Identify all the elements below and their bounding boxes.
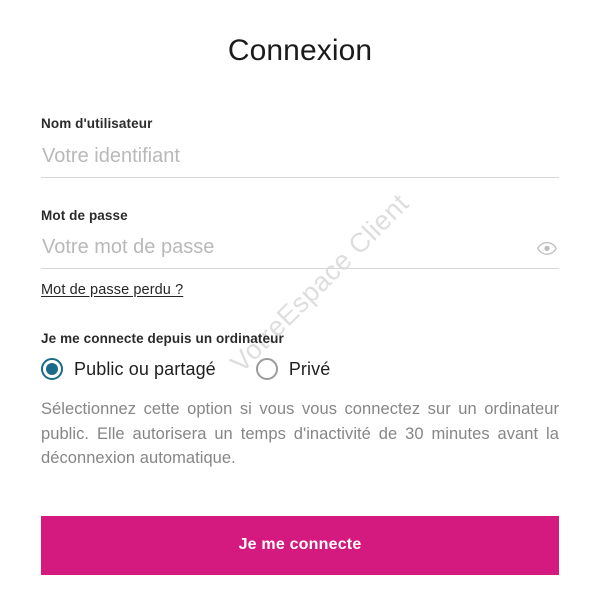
computer-type-section: Je me connecte depuis un ordinateur Publ… <box>41 331 559 470</box>
submit-wrap: Je me connecte <box>41 516 559 576</box>
page-title: Connexion <box>227 34 373 67</box>
login-page: VotreEspace Client Connexion Nom d'utili… <box>0 0 600 599</box>
radio-label-private: Privé <box>288 358 331 379</box>
password-label: Mot de passe <box>41 207 128 223</box>
username-input-row <box>41 139 559 178</box>
password-input-row <box>41 231 559 270</box>
computer-type-helper-text: Sélectionnez cette option si vous vous c… <box>41 400 559 467</box>
radio-option-public[interactable]: Public ou partagé <box>41 358 216 381</box>
radio-mark-public[interactable] <box>41 358 63 381</box>
password-field-group: Mot de passe Mot de passe perdu ? <box>41 207 559 300</box>
login-form: Connexion Nom d'utilisateur Mot de passe <box>0 0 600 576</box>
username-input[interactable] <box>41 139 559 177</box>
radio-option-private[interactable]: Privé <box>255 358 331 381</box>
radio-label-public: Public ou partagé <box>74 358 216 379</box>
login-submit-button[interactable]: Je me connecte <box>41 516 559 576</box>
forgot-password-link[interactable]: Mot de passe perdu ? <box>41 282 183 298</box>
radio-mark-private[interactable] <box>255 358 278 381</box>
computer-type-radio-group: Public ou partagé Privé <box>41 358 559 381</box>
computer-type-legend: Je me connecte depuis un ordinateur <box>41 331 284 347</box>
username-label: Nom d'utilisateur <box>41 116 153 131</box>
toggle-password-visibility-button[interactable] <box>535 238 559 258</box>
password-input[interactable] <box>41 231 559 269</box>
username-field-group: Nom d'utilisateur <box>41 115 559 178</box>
eye-icon <box>537 241 557 255</box>
